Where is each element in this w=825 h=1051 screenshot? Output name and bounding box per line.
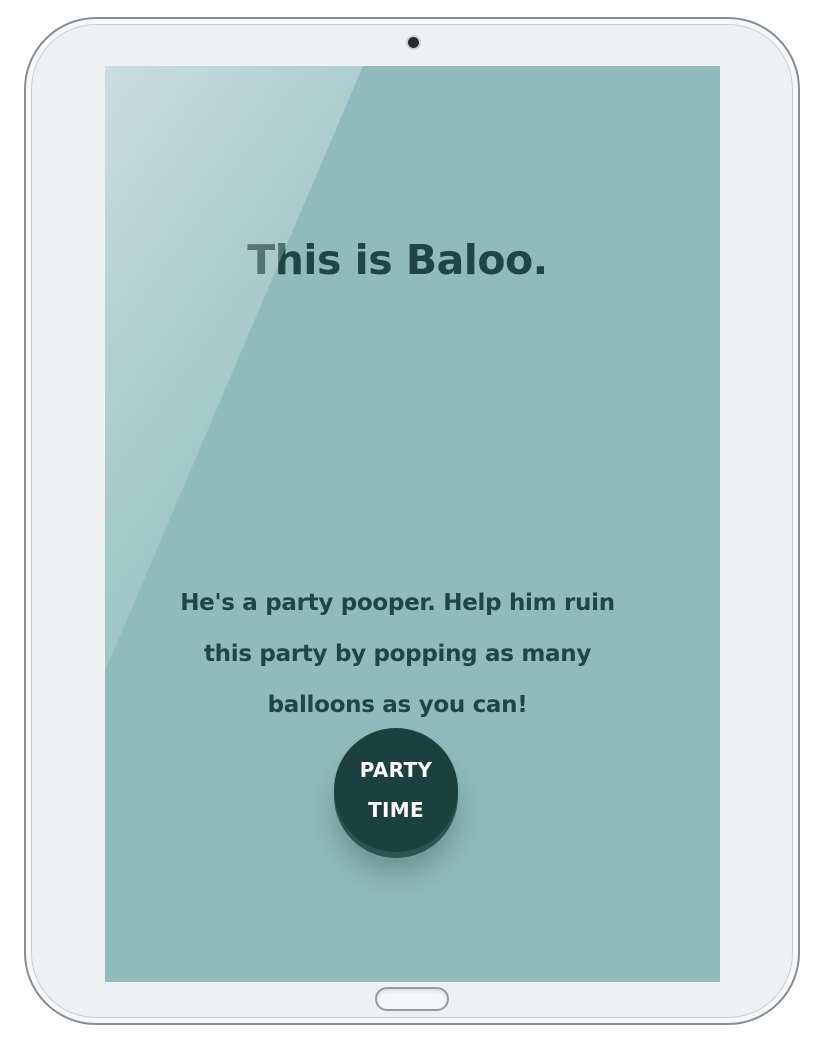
- page-title: This is Baloo.: [247, 236, 548, 284]
- camera-icon: [408, 37, 419, 48]
- party-time-button-label: PARTY TIME: [359, 758, 433, 822]
- game-screen: This is Baloo. He's a party pooper. Help…: [105, 66, 720, 982]
- intro-text: He's a party pooper. Help him ruin this …: [180, 590, 615, 718]
- home-button[interactable]: [375, 987, 449, 1011]
- party-time-button[interactable]: PARTY TIME: [334, 728, 458, 852]
